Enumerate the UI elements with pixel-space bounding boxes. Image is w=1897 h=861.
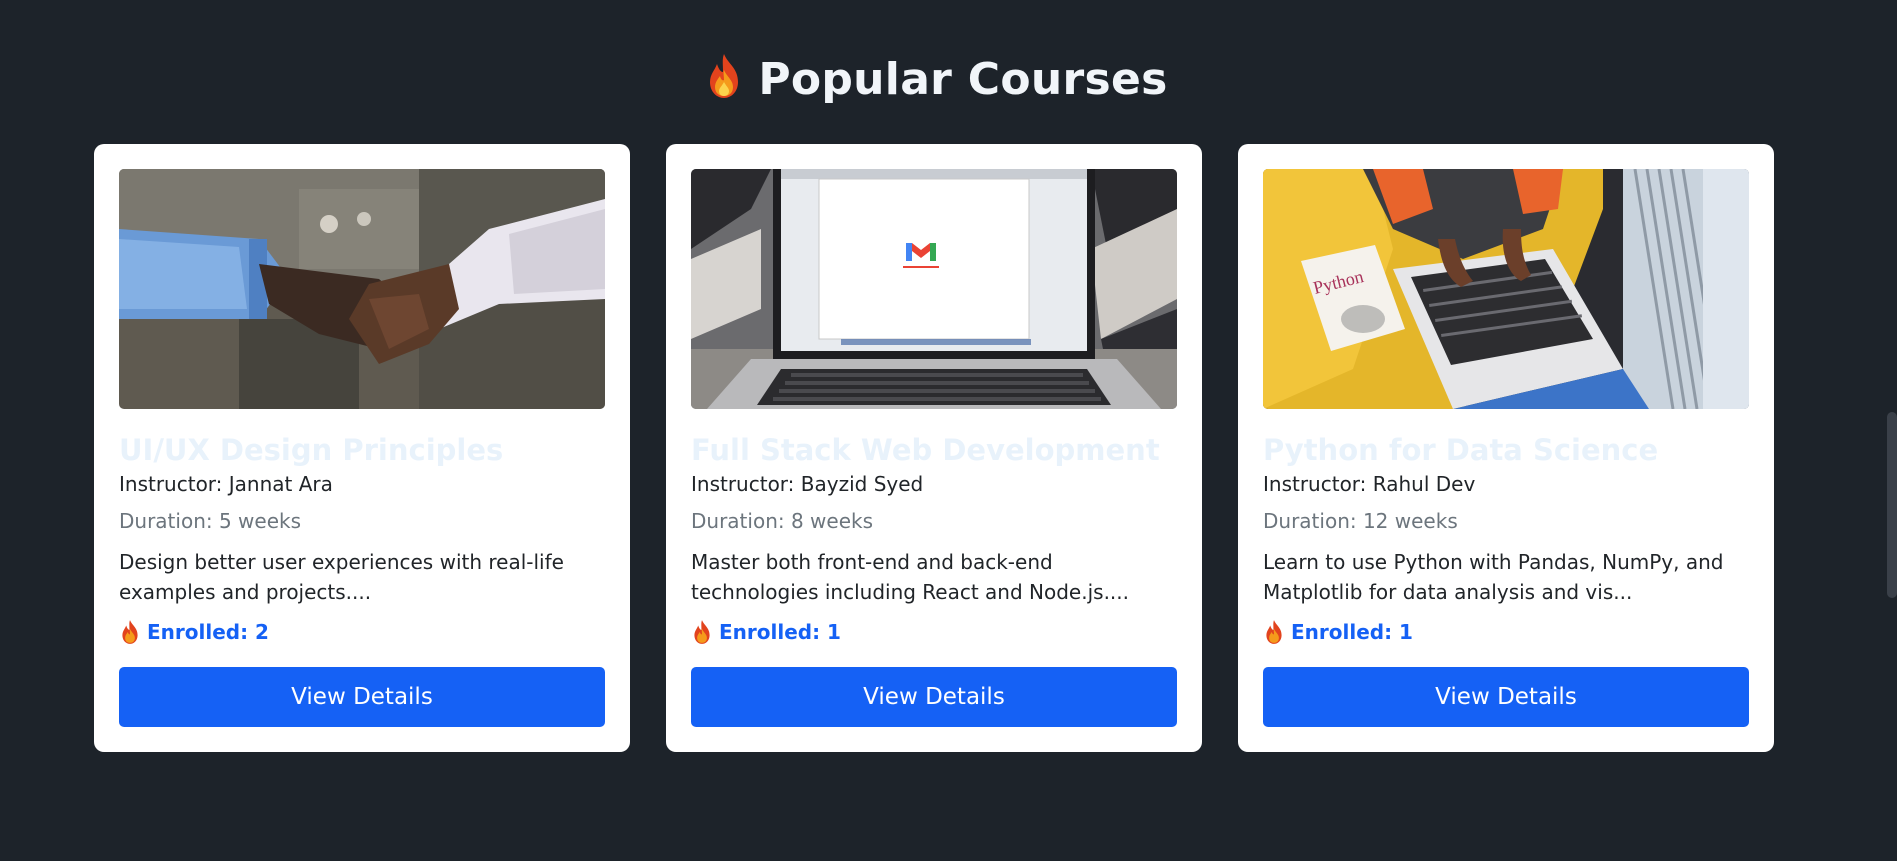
fire-icon [694,620,710,644]
view-details-button[interactable]: View Details [691,667,1177,727]
course-image [119,169,605,409]
fire-icon [122,620,138,644]
course-instructor: Instructor: Rahul Dev [1263,472,1476,496]
enrolled-label: Enrolled: 2 [147,620,269,644]
enrolled-count: Enrolled: 1 [691,617,1177,647]
course-list: UI/UX Design Principles Instructor: Jann… [94,144,1774,752]
course-duration: Duration: 12 weeks [1263,509,1458,533]
view-details-button[interactable]: View Details [119,667,605,727]
enrolled-label: Enrolled: 1 [1291,620,1413,644]
enrolled-count: Enrolled: 2 [119,617,605,647]
course-image [691,169,1177,409]
section-heading: Popular Courses [0,52,1872,105]
course-title: Python for Data Science [1263,433,1659,467]
course-duration: Duration: 5 weeks [119,509,302,533]
course-duration: Duration: 8 weeks [691,509,874,533]
course-title: UI/UX Design Principles [119,433,504,467]
course-title: Full Stack Web Development [691,433,1160,467]
section-title: Popular Courses [758,54,1168,105]
fire-icon [1266,620,1282,644]
enrolled-label: Enrolled: 1 [719,620,841,644]
enrolled-count: Enrolled: 1 [1263,617,1749,647]
fire-icon [710,54,739,98]
course-image: Python [1263,169,1749,409]
course-card: Python Python for Data Science Instructo… [1238,144,1774,752]
page: Popular Courses UI/UX Design Principles … [0,0,1897,861]
course-card: Full Stack Web Development Instructor: B… [666,144,1202,752]
course-instructor: Instructor: Jannat Ara [119,472,333,496]
scrollbar-thumb[interactable] [1887,412,1897,598]
view-details-button[interactable]: View Details [1263,667,1749,727]
course-description: Learn to use Python with Pandas, NumPy, … [1263,550,1724,604]
course-instructor: Instructor: Bayzid Syed [691,472,924,496]
course-description: Master both front-end and back-end techn… [691,550,1129,604]
course-card: UI/UX Design Principles Instructor: Jann… [94,144,630,752]
course-description: Design better user experiences with real… [119,550,564,604]
